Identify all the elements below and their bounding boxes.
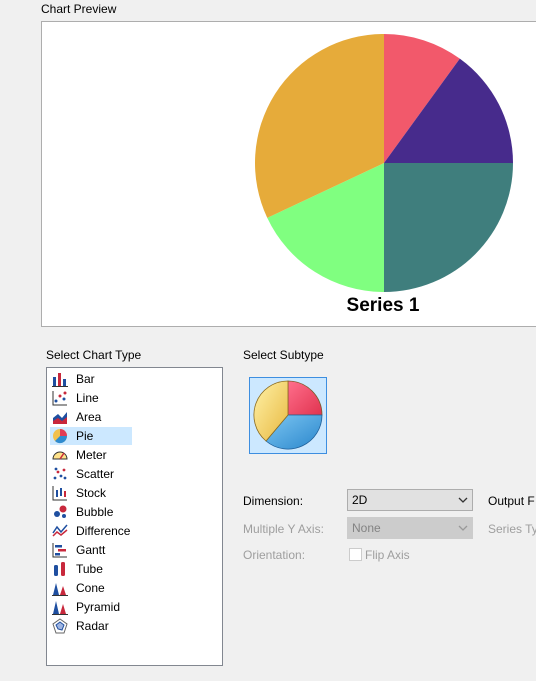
chart-type-label: Bar bbox=[76, 372, 95, 386]
difference-chart-icon bbox=[52, 524, 68, 537]
chart-type-label: Pie bbox=[76, 429, 94, 443]
chart-type-label: Tube bbox=[76, 562, 103, 576]
multiple-y-axis-value: None bbox=[352, 521, 381, 535]
multiple-y-axis-select[interactable]: None bbox=[347, 517, 473, 539]
chart-type-heading: Select Chart Type bbox=[46, 348, 142, 362]
chart-type-label: Gantt bbox=[76, 543, 106, 557]
chart-type-label: Meter bbox=[76, 448, 107, 462]
chevron-down-icon bbox=[458, 525, 468, 531]
chart-type-item-line[interactable]: Line bbox=[50, 389, 132, 407]
chart-type-label: Bubble bbox=[76, 505, 114, 519]
chart-type-item-cone[interactable]: Cone bbox=[50, 579, 132, 597]
chart-type-item-scatter[interactable]: Scatter bbox=[50, 465, 132, 483]
chart-type-item-pyramid[interactable]: Pyramid bbox=[50, 598, 132, 616]
chart-title: Series 1 bbox=[347, 295, 420, 316]
pie-subtype-icon bbox=[253, 380, 323, 450]
series-type-label: Series Typ bbox=[488, 522, 536, 536]
chart-type-label: Pyramid bbox=[76, 600, 121, 614]
bar-chart-icon bbox=[52, 373, 68, 387]
line-chart-icon bbox=[52, 391, 67, 406]
meter-chart-icon bbox=[52, 451, 68, 460]
chart-type-item-tube[interactable]: Tube bbox=[50, 560, 132, 578]
chart-type-item-difference[interactable]: Difference bbox=[50, 522, 132, 540]
radar-chart-icon bbox=[52, 618, 68, 634]
stock-chart-icon bbox=[52, 486, 67, 501]
tube-chart-icon bbox=[54, 562, 65, 576]
chart-type-label: Area bbox=[76, 410, 102, 424]
dimension-select[interactable]: 2D bbox=[347, 489, 473, 511]
chart-preview-panel: Series 1 bbox=[41, 21, 536, 327]
chart-type-item-radar[interactable]: Radar bbox=[50, 617, 132, 635]
chart-type-label: Scatter bbox=[76, 467, 115, 481]
pyramid-chart-icon bbox=[52, 601, 68, 615]
output-format-label: Output F bbox=[488, 494, 535, 508]
chart-type-label: Difference bbox=[76, 524, 131, 538]
chart-type-item-meter[interactable]: Meter bbox=[50, 446, 132, 464]
chart-type-label: Line bbox=[76, 391, 99, 405]
chart-type-item-bubble[interactable]: Bubble bbox=[50, 503, 132, 521]
gantt-chart-icon bbox=[52, 543, 67, 558]
chart-type-label: Radar bbox=[76, 619, 109, 633]
chart-type-list[interactable]: Bar Line Area Pie Meter Scatter Stock Bubble Dif… bbox=[46, 367, 223, 666]
chart-type-item-pie[interactable]: Pie bbox=[50, 427, 132, 445]
dimension-label: Dimension: bbox=[243, 494, 304, 508]
bubble-chart-icon bbox=[54, 505, 67, 518]
pie-chart: Series 1 bbox=[255, 34, 513, 316]
flip-axis-label: Flip Axis bbox=[365, 548, 410, 562]
flip-axis-checkbox[interactable] bbox=[349, 548, 362, 561]
pie-slice-3 bbox=[384, 163, 513, 292]
cone-chart-icon bbox=[52, 583, 68, 596]
orientation-label: Orientation: bbox=[243, 548, 306, 562]
dimension-value: 2D bbox=[352, 493, 368, 507]
chart-type-item-area[interactable]: Area bbox=[50, 408, 132, 426]
chart-type-label: Cone bbox=[76, 581, 105, 595]
chart-type-label: Stock bbox=[76, 486, 107, 500]
chevron-down-icon bbox=[458, 497, 468, 503]
multiple-y-axis-label: Multiple Y Axis: bbox=[243, 522, 324, 536]
subtype-pie-tile[interactable] bbox=[249, 377, 327, 454]
area-chart-icon bbox=[53, 412, 67, 424]
chart-type-item-stock[interactable]: Stock bbox=[50, 484, 132, 502]
pie-chart-icon bbox=[53, 429, 68, 444]
scatter-chart-icon bbox=[53, 467, 67, 480]
chart-preview-heading: Chart Preview bbox=[41, 2, 117, 16]
subtype-heading: Select Subtype bbox=[243, 348, 324, 362]
chart-type-item-gantt[interactable]: Gantt bbox=[50, 541, 132, 559]
chart-type-item-bar[interactable]: Bar bbox=[50, 370, 132, 388]
